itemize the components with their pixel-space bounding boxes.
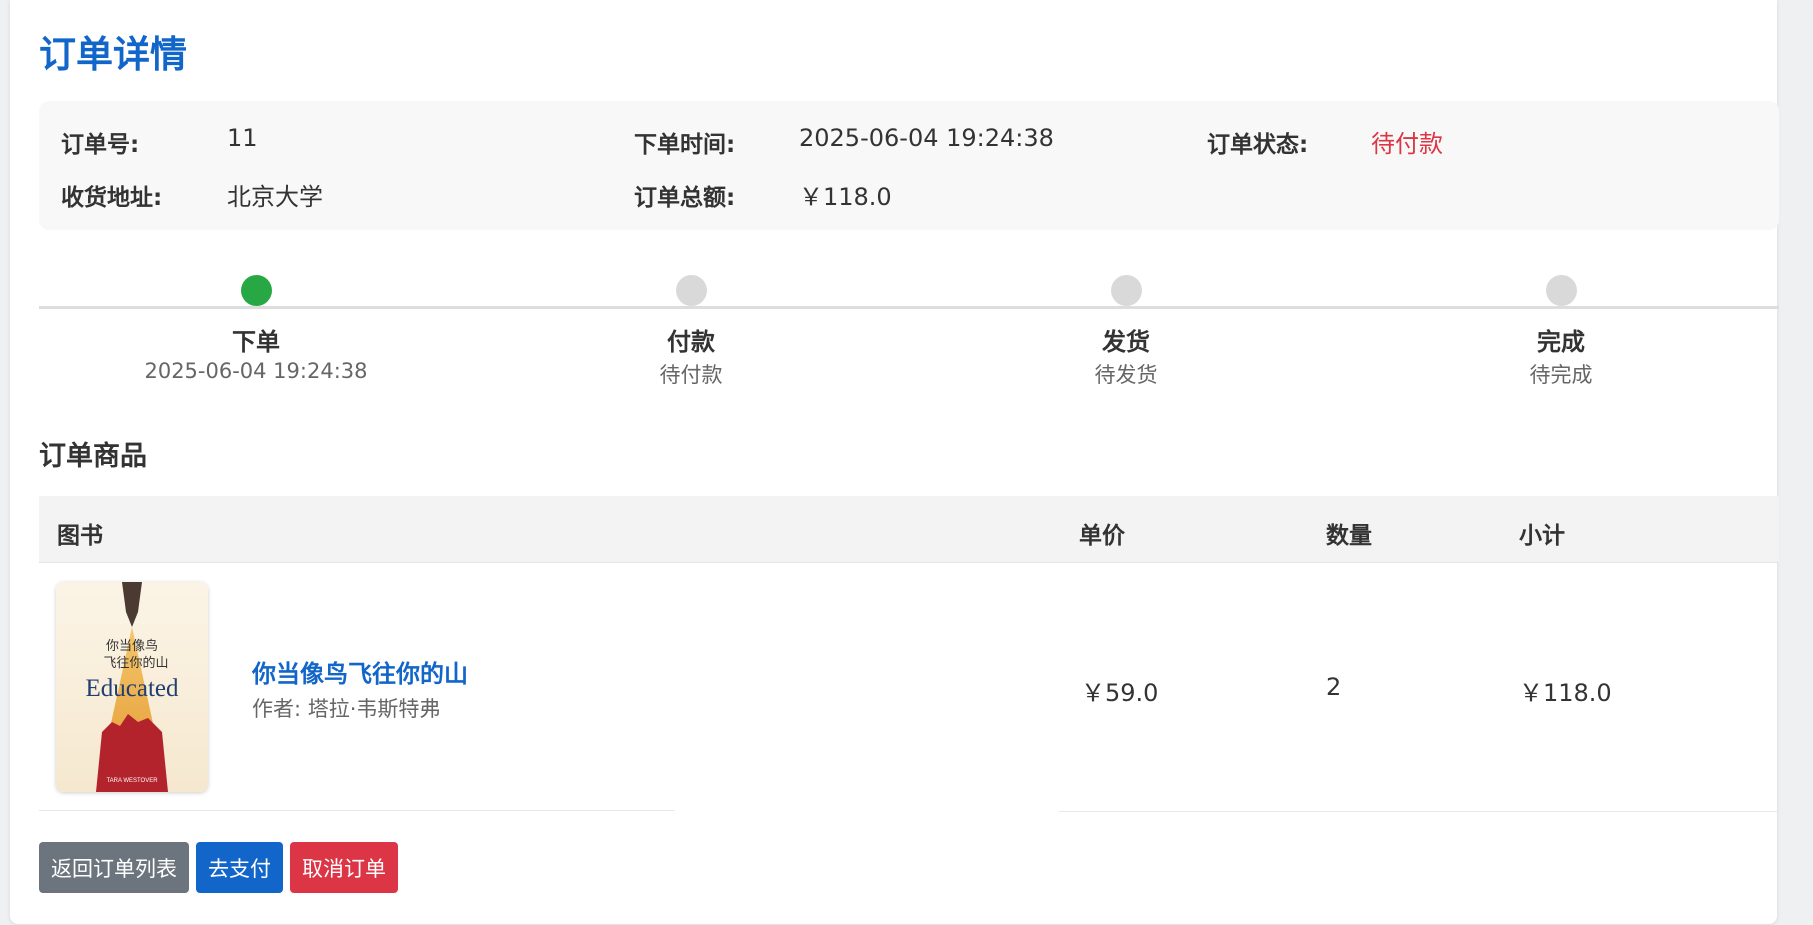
step-sub-pay: 待付款: [659, 363, 723, 387]
book-cover-image[interactable]: 你当像鸟 飞往你的山 Educated TARA WESTOVER: [56, 582, 208, 792]
column-header-quantity: 数量: [1326, 523, 1372, 549]
column-header-price: 单价: [1079, 523, 1125, 549]
step-sub-ship: 待发货: [1094, 363, 1158, 387]
cover-title-cn-1: 你当像鸟: [106, 638, 158, 653]
cover-title-cn-2: 飞往你的山: [103, 655, 168, 670]
page-title: 订单详情: [39, 33, 187, 76]
step-title-complete: 完成: [1537, 328, 1585, 356]
order-no-label: 订单号:: [61, 132, 140, 158]
order-items-table-header: 图书 单价 数量 小计: [39, 496, 1779, 563]
order-status-value: 待付款: [1371, 130, 1443, 158]
order-total-value: ￥118.0: [799, 183, 892, 211]
column-header-subtotal: 小计: [1519, 523, 1565, 549]
progress-track: [39, 306, 1779, 309]
step-dot-pay: [676, 275, 707, 306]
item-subtotal: ￥118.0: [1519, 679, 1612, 707]
pay-button[interactable]: 去支付: [196, 842, 283, 893]
step-title-ship: 发货: [1102, 328, 1150, 356]
item-quantity: 2: [1326, 673, 1342, 701]
back-to-order-list-button[interactable]: 返回订单列表: [39, 842, 189, 893]
step-dot-ship: [1111, 275, 1142, 306]
column-header-book: 图书: [57, 523, 103, 549]
address-value: 北京大学: [227, 183, 323, 211]
step-sub-order: 2025-06-04 19:24:38: [144, 359, 368, 383]
step-title-order: 下单: [232, 328, 280, 356]
book-author: 作者: 塔拉·韦斯特弗: [252, 697, 441, 721]
book-cover-art: 你当像鸟 飞往你的山 Educated TARA WESTOVER: [56, 582, 208, 792]
address-label: 收货地址:: [61, 185, 163, 211]
item-unit-price: ￥59.0: [1081, 679, 1159, 707]
step-dot-complete: [1546, 275, 1577, 306]
order-info-panel: 订单号: 11 下单时间: 2025-06-04 19:24:38 订单状态: …: [39, 101, 1779, 230]
step-dot-order: [241, 275, 272, 306]
step-title-pay: 付款: [667, 328, 715, 356]
row-divider-right: [1059, 811, 1779, 812]
order-no-value: 11: [227, 124, 258, 152]
order-time-label: 下单时间:: [634, 132, 736, 158]
order-status-label: 订单状态:: [1207, 132, 1309, 158]
order-time-value: 2025-06-04 19:24:38: [799, 124, 1054, 152]
order-total-label: 订单总额:: [634, 185, 736, 211]
cancel-order-button[interactable]: 取消订单: [290, 842, 398, 893]
cover-author-en: TARA WESTOVER: [106, 778, 158, 784]
order-items-title: 订单商品: [39, 441, 147, 472]
step-sub-complete: 待完成: [1529, 363, 1593, 387]
row-divider-left: [39, 810, 675, 811]
book-title-link[interactable]: 你当像鸟飞往你的山: [252, 654, 468, 689]
cover-title-en: Educated: [85, 675, 179, 702]
